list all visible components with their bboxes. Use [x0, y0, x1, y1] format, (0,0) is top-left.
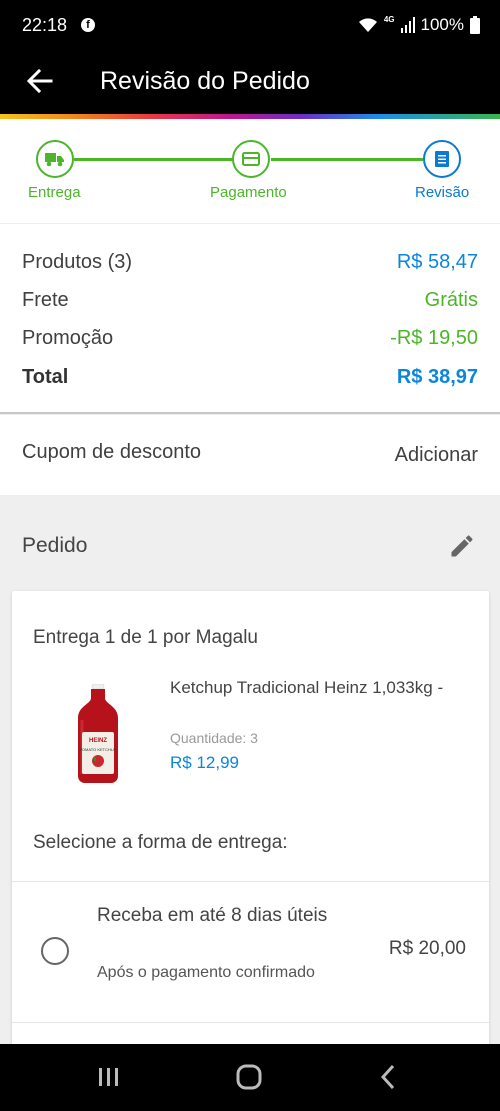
product-price: R$ 12,99 — [170, 753, 239, 772]
summary-shipping-row: Frete Grátis — [22, 285, 478, 315]
status-time: 22:18 — [22, 15, 68, 35]
order-summary: Produtos (3) R$ 58,47 Frete Grátis Promo… — [0, 224, 500, 414]
step-label-payment[interactable]: Pagamento — [210, 184, 287, 201]
receipt-icon — [435, 151, 449, 167]
products-label: Produtos (3) — [22, 250, 133, 273]
delivery-method-title: Selecione a forma de entrega: — [33, 832, 288, 853]
delivery-option-subtitle: Após o pagamento confirmado — [97, 964, 315, 981]
summary-promo-row: Promoção -R$ 19,50 — [22, 323, 478, 353]
product-image: HEINZ TOMATO KETCHUP — [78, 684, 118, 783]
battery-percent: 100% — [420, 15, 464, 34]
summary-total-row: Total R$ 38,97 — [22, 362, 478, 392]
shipment-title: Entrega 1 de 1 por Magalu — [33, 627, 258, 648]
delivery-option-price: R$ 20,00 — [388, 938, 466, 959]
add-coupon-button[interactable]: Adicionar — [395, 444, 478, 467]
edit-pencil-icon[interactable] — [448, 532, 476, 560]
products-value: R$ 58,47 — [396, 250, 478, 273]
total-value: R$ 38,97 — [396, 365, 478, 388]
wifi-icon — [358, 18, 377, 32]
step-payment[interactable] — [232, 140, 270, 178]
facebook-notification-icon: f — [81, 18, 95, 32]
step-review[interactable] — [423, 140, 461, 178]
summary-products-row: Produtos (3) R$ 58,47 — [22, 247, 478, 277]
step-label-delivery[interactable]: Entrega — [28, 184, 81, 201]
divider — [12, 1022, 489, 1023]
signal-icon — [400, 17, 415, 33]
product-name: Ketchup Tradicional Heinz 1,033kg - — [170, 678, 444, 697]
home-icon[interactable] — [234, 1062, 264, 1092]
step-delivery[interactable] — [36, 140, 74, 178]
promo-value: -R$ 19,50 — [390, 326, 478, 349]
step-connector — [74, 158, 233, 161]
back-nav-icon[interactable] — [374, 1062, 404, 1092]
delivery-option-radio[interactable] — [41, 937, 69, 965]
app-bar: Revisão do Pedido — [0, 52, 500, 114]
promo-label: Promoção — [22, 326, 114, 349]
recent-apps-icon[interactable] — [94, 1062, 124, 1092]
status-bar: 22:18 f 4G 100% — [0, 0, 500, 52]
network-type-label: 4G — [383, 14, 395, 24]
status-indicators: 4G 100% — [358, 15, 480, 35]
product-label-type: TOMATO KETCHUP — [80, 747, 117, 752]
order-section-title: Pedido — [22, 534, 88, 557]
coupon-row[interactable]: Cupom de desconto Adicionar — [0, 415, 500, 495]
truck-icon — [45, 153, 64, 167]
shipment-card: Entrega 1 de 1 por Magalu HEINZ TOMATO K… — [12, 591, 489, 1051]
back-arrow-icon[interactable] — [26, 66, 54, 96]
step-label-review[interactable]: Revisão — [415, 184, 469, 201]
battery-icon — [470, 16, 480, 34]
card-icon — [242, 152, 260, 166]
step-connector — [271, 158, 423, 161]
total-label: Total — [22, 365, 69, 388]
delivery-option-title[interactable]: Receba em até 8 dias úteis — [97, 902, 337, 929]
product-label-brand: HEINZ — [89, 738, 107, 744]
page-title: Revisão do Pedido — [100, 67, 310, 95]
divider — [12, 881, 489, 882]
system-navigation-bar — [0, 1044, 500, 1111]
checkout-stepper: Entrega Pagamento Revisão — [0, 119, 500, 223]
shipping-label: Frete — [22, 288, 69, 311]
product-quantity: Quantidade: 3 — [170, 730, 258, 746]
coupon-label: Cupom de desconto — [22, 441, 202, 463]
shipping-value: Grátis — [424, 288, 478, 311]
